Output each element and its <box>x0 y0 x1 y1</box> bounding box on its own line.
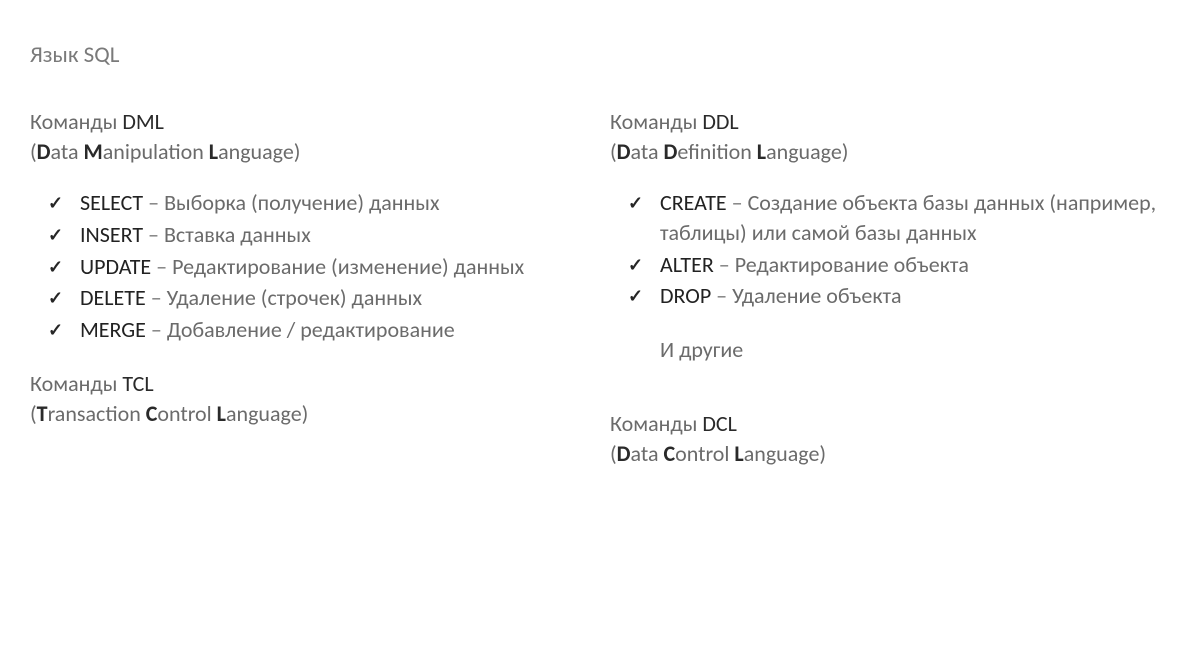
ddl-abbr: DDL <box>702 108 738 135</box>
ddl-header-line1: Команды DDL <box>610 107 1170 137</box>
dcl-abbr: DCL <box>702 410 737 437</box>
cmd-create: CREATE <box>660 189 727 216</box>
cmd-alter: ALTER <box>660 251 714 278</box>
dcl-header: Команды DCL (Data Control Language) <box>610 409 1170 468</box>
cmd-drop: DROP <box>660 282 711 309</box>
dml-command-list: SELECT – Выборка (получение) данных INSE… <box>30 188 590 344</box>
txt-ata: ata <box>631 138 664 165</box>
cmd-update: UPDATE <box>80 253 151 280</box>
paren-open: ( <box>610 138 617 165</box>
bold-t: T <box>37 400 48 427</box>
list-item: CREATE – Создание объекта базы данных (н… <box>628 188 1170 247</box>
ddl-prefix: Команды <box>610 108 702 135</box>
ddl-header-line2: (Data Definition Language) <box>610 137 1170 167</box>
bold-l: L <box>757 138 766 165</box>
list-item: UPDATE – Редактирование (изменение) данн… <box>48 252 590 282</box>
desc: Добавление / редактирование <box>167 316 455 343</box>
txt-anguage: anguage) <box>766 138 848 165</box>
list-item: MERGE – Добавление / редактирование <box>48 315 590 345</box>
dcl-header-line1: Команды DCL <box>610 409 1170 439</box>
dash: – <box>727 189 748 216</box>
left-column: Команды DML (Data Manipulation Language)… <box>30 107 590 476</box>
dash: – <box>711 282 732 309</box>
list-item: ALTER – Редактирование объекта <box>628 250 1170 280</box>
txt-anguage2: anguage) <box>226 400 308 427</box>
txt-anguage: anguage) <box>218 138 300 165</box>
list-item: SELECT – Выборка (получение) данных <box>48 188 590 218</box>
ddl-header: Команды DDL (Data Definition Language) <box>610 107 1170 166</box>
right-column: Команды DDL (Data Definition Language) C… <box>610 107 1170 476</box>
txt-ata: ata <box>631 440 664 467</box>
desc: Редактирование объекта <box>735 251 969 278</box>
dcl-prefix: Команды <box>610 410 702 437</box>
txt-ata: ata <box>51 138 84 165</box>
cmd-merge: MERGE <box>80 316 146 343</box>
dcl-header-line2: (Data Control Language) <box>610 439 1170 469</box>
dml-abbr: DML <box>122 108 164 135</box>
bold-l: L <box>209 138 218 165</box>
desc: Вставка данных <box>164 221 311 248</box>
bold-c: C <box>146 400 158 427</box>
txt-anipulation: anipulation <box>103 138 209 165</box>
paren-open: ( <box>30 400 37 427</box>
desc: Удаление (строчек) данных <box>167 284 422 311</box>
dash: – <box>143 221 164 248</box>
bold-d: D <box>617 138 631 165</box>
dash: – <box>146 284 167 311</box>
list-item: INSERT – Вставка данных <box>48 220 590 250</box>
bold-d: D <box>37 138 51 165</box>
dml-header-line1: Команды DML <box>30 107 590 137</box>
bold-c: C <box>664 440 676 467</box>
dml-prefix: Команды <box>30 108 122 135</box>
ddl-command-list: CREATE – Создание объекта базы данных (н… <box>610 188 1170 311</box>
dash: – <box>143 189 164 216</box>
paren-open: ( <box>30 138 37 165</box>
bold-l: L <box>217 400 226 427</box>
bold-l: L <box>734 440 743 467</box>
cmd-select: SELECT <box>80 189 143 216</box>
list-item: DROP – Удаление объекта <box>628 281 1170 311</box>
tcl-header-line1: Команды TCL <box>30 369 590 399</box>
list-item: DELETE – Удаление (строчек) данных <box>48 283 590 313</box>
tcl-header-line2: (Transaction Control Language) <box>30 399 590 429</box>
dash: – <box>714 251 735 278</box>
columns-wrapper: Команды DML (Data Manipulation Language)… <box>30 107 1170 476</box>
bold-d2: D <box>664 138 678 165</box>
txt-ransaction: ransaction <box>48 400 146 427</box>
dash: – <box>151 253 172 280</box>
bold-d: D <box>617 440 631 467</box>
txt-anguage: anguage) <box>744 440 826 467</box>
paren-open: ( <box>610 440 617 467</box>
other-note: И другие <box>610 335 1170 365</box>
dml-header: Команды DML (Data Manipulation Language) <box>30 107 590 166</box>
page-title: Язык SQL <box>30 40 1170 71</box>
txt-efinition: efinition <box>677 138 756 165</box>
txt-ontrol: ontrol <box>157 400 216 427</box>
dash: – <box>146 316 167 343</box>
tcl-abbr: TCL <box>122 370 153 397</box>
txt-ontrol: ontrol <box>675 440 734 467</box>
cmd-delete: DELETE <box>80 284 146 311</box>
bold-m: M <box>84 138 103 165</box>
desc: Редактирование (изменение) данных <box>172 253 524 280</box>
dml-header-line2: (Data Manipulation Language) <box>30 137 590 167</box>
tcl-header: Команды TCL (Transaction Control Languag… <box>30 369 590 428</box>
cmd-insert: INSERT <box>80 221 143 248</box>
desc: Удаление объекта <box>732 282 901 309</box>
desc: Выборка (получение) данных <box>164 189 439 216</box>
tcl-prefix: Команды <box>30 370 122 397</box>
